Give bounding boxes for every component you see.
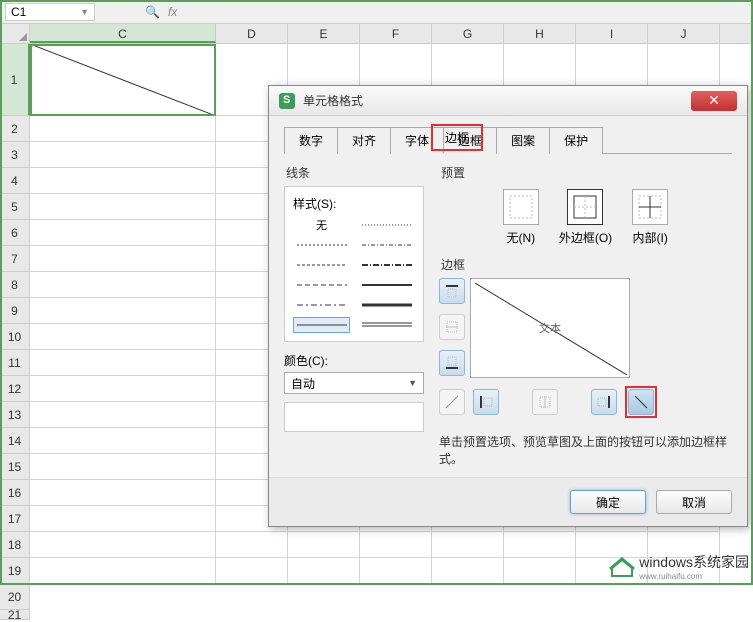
row-header[interactable]: 19 [0,558,30,584]
row-header[interactable]: 3 [0,142,30,168]
close-button[interactable]: ✕ [691,91,737,111]
border-diag-down-btn[interactable] [628,389,654,415]
cell-diagonal-line [30,44,216,116]
row-header[interactable]: 21 [0,610,30,620]
dropdown-arrow-icon[interactable]: ▼ [80,7,89,17]
border-hmid-btn[interactable] [439,314,465,340]
tab-pattern[interactable]: 图案 [496,127,550,154]
line-style-opt[interactable] [358,217,415,233]
cell-reference: C1 [11,5,26,19]
annotation-highlight-tab: 边框 [431,124,483,151]
row-header[interactable]: 12 [0,376,30,402]
row-header[interactable]: 15 [0,454,30,480]
row-header[interactable]: 16 [0,480,30,506]
row-header[interactable]: 4 [0,168,30,194]
tab-number[interactable]: 数字 [284,127,338,154]
row-header[interactable]: 9 [0,298,30,324]
border-top-btn[interactable] [439,278,465,304]
annotation-highlight-diag [625,386,657,418]
col-header-h[interactable]: H [504,24,576,43]
row-header[interactable]: 5 [0,194,30,220]
color-preview [284,402,424,432]
line-style-opt[interactable] [293,237,350,253]
col-header-g[interactable]: G [432,24,504,43]
house-icon [608,556,636,578]
dialog-tabs: 数字 对齐 字体 边框 图案 保护 边框 [284,126,732,154]
preset-legend: 预置 [439,164,732,181]
line-legend: 线条 [284,164,424,181]
formula-area: 🔍 fx [145,5,177,19]
row-header[interactable]: 2 [0,116,30,142]
preset-inner[interactable]: 内部(I) [632,189,668,246]
border-bottom-btn[interactable] [439,350,465,376]
line-style-opt[interactable] [358,317,415,333]
hint-text: 单击预置选项、预览草图及上面的按钮可以添加边框样式。 [439,433,732,467]
row-header-1[interactable]: 1 [0,44,30,116]
row-header[interactable]: 11 [0,350,30,376]
preview-text: 文本 [539,320,561,336]
row-header[interactable]: 7 [0,246,30,272]
line-style-opt[interactable] [293,317,350,333]
col-header-c[interactable]: C [30,24,216,43]
border-legend: 边框 [439,256,732,273]
col-header-f[interactable]: F [360,24,432,43]
line-style-opt[interactable] [358,297,415,313]
color-dropdown[interactable]: 自动 ▼ [284,372,424,394]
style-label: 样式(S): [293,195,415,212]
preset-outer[interactable]: 外边框(O) [559,189,612,246]
name-box[interactable]: C1 ▼ [5,3,95,21]
row-header[interactable]: 20 [0,584,30,610]
cancel-button[interactable]: 取消 [656,490,732,514]
col-header-d[interactable]: D [216,24,288,43]
row-headers: 1 2 3 4 5 6 7 8 9 10 11 12 13 14 15 16 1… [0,44,30,620]
dropdown-arrow-icon: ▼ [408,378,417,388]
formula-bar: C1 ▼ 🔍 fx [0,0,753,24]
col-header-i[interactable]: I [576,24,648,43]
dialog-buttons: 确定 取消 [269,477,747,526]
border-left-btn[interactable] [473,389,499,415]
border-diag-up-btn[interactable] [439,389,465,415]
ok-button[interactable]: 确定 [570,490,646,514]
preset-none-label: 无(N) [503,229,539,246]
line-style-opt[interactable] [293,297,350,313]
row-header[interactable]: 14 [0,428,30,454]
preset-inner-label: 内部(I) [632,229,668,246]
row-header[interactable]: 13 [0,402,30,428]
line-style-opt[interactable] [358,237,415,253]
col-header-e[interactable]: E [288,24,360,43]
border-preview[interactable]: 文本 [470,278,630,378]
line-style-opt[interactable] [358,277,415,293]
line-style-opt[interactable] [293,277,350,293]
color-value: 自动 [291,375,315,392]
preset-outer-label: 外边框(O) [559,229,612,246]
column-headers: C D E F G H I J [0,24,753,44]
tab-protect[interactable]: 保护 [549,127,603,154]
dialog-title: 单元格格式 [303,92,363,109]
preset-none[interactable]: 无(N) [503,189,539,246]
fx-icon[interactable]: fx [168,5,177,19]
border-right-btn[interactable] [591,389,617,415]
select-all-corner[interactable] [0,24,30,43]
row-header[interactable]: 10 [0,324,30,350]
app-icon [279,93,295,109]
line-style-opt[interactable] [358,257,415,273]
row-header[interactable]: 18 [0,532,30,558]
tab-align[interactable]: 对齐 [337,127,391,154]
line-style-none[interactable]: 无 [293,217,350,233]
row-header[interactable]: 8 [0,272,30,298]
color-label: 颜色(C): [284,352,424,369]
watermark-url: www.ruihaifu.com [639,572,749,581]
row-header[interactable]: 6 [0,220,30,246]
line-style-box: 样式(S): 无 [284,186,424,342]
search-icon[interactable]: 🔍 [145,5,160,19]
row-header[interactable]: 17 [0,506,30,532]
watermark-brand: windows系统家园 [639,552,749,572]
cell-format-dialog: 单元格格式 ✕ 数字 对齐 字体 边框 图案 保护 边框 线条 样式(S): 无 [268,85,748,527]
line-style-opt[interactable] [293,257,350,273]
watermark: windows系统家园 www.ruihaifu.com [608,552,749,581]
col-header-j[interactable]: J [648,24,720,43]
border-vmid-btn[interactable] [532,389,558,415]
dialog-titlebar[interactable]: 单元格格式 ✕ [269,86,747,116]
